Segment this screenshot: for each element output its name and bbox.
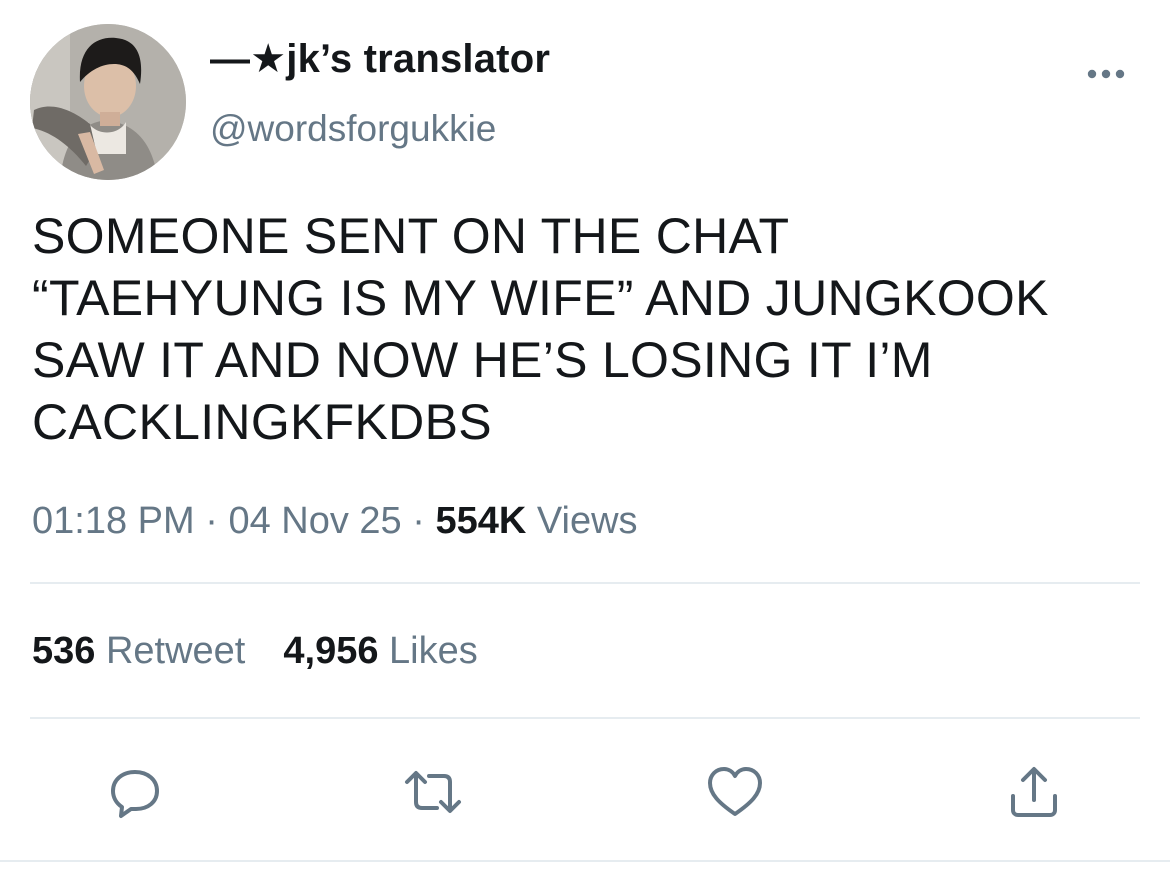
divider	[30, 582, 1140, 584]
tweet-text-line: SOMEONE SENT ON THE CHAT	[32, 208, 790, 264]
reply-button[interactable]	[105, 762, 165, 822]
retweets-count: 536	[32, 630, 96, 672]
more-horizontal-icon[interactable]	[1084, 64, 1128, 84]
likes-label: Likes	[378, 630, 478, 672]
heart-icon	[708, 767, 762, 816]
meta-separator: ·	[194, 500, 229, 542]
meta-separator: ·	[401, 500, 436, 542]
retweet-button[interactable]	[403, 762, 463, 822]
retweets-stat[interactable]: 536 Retweet	[32, 630, 245, 673]
tweet-card: —★jk’s translator @wordsforgukkie SOMEON…	[0, 0, 1170, 882]
user-handle[interactable]: @wordsforgukkie	[210, 108, 496, 150]
tweet-time[interactable]: 01:18 PM	[32, 500, 195, 542]
views-label: Views	[526, 500, 638, 542]
share-icon	[1011, 767, 1057, 817]
retweet-icon	[405, 771, 461, 813]
share-button[interactable]	[1004, 762, 1064, 822]
profile-photo-icon	[30, 24, 186, 180]
reply-icon	[111, 770, 159, 818]
display-name[interactable]: —★jk’s translator	[210, 36, 550, 82]
divider	[0, 860, 1170, 862]
tweet-text-line: “TAEHYUNG IS MY WIFE” AND JUNGKOOK	[32, 270, 1049, 326]
views-count: 554K	[435, 500, 527, 542]
retweets-label: Retweet	[95, 630, 246, 672]
like-button[interactable]	[705, 762, 765, 822]
tweet-text-line: SAW IT AND NOW HE’S LOSING IT I’M	[32, 332, 933, 388]
tweet-stats: 536 Retweet 4,956 Likes	[32, 630, 478, 673]
tweet-date[interactable]: 04 Nov 25	[228, 500, 401, 542]
likes-stat[interactable]: 4,956 Likes	[283, 630, 477, 673]
tweet-text-line: CACKLINGKFKDBS	[32, 394, 492, 450]
tweet-text: SOMEONE SENT ON THE CHAT “TAEHYUNG IS MY…	[32, 205, 1142, 453]
likes-count: 4,956	[283, 630, 379, 672]
divider	[30, 717, 1140, 719]
avatar[interactable]	[30, 24, 186, 180]
tweet-meta: 01:18 PM · 04 Nov 25 · 554K Views	[32, 500, 638, 543]
